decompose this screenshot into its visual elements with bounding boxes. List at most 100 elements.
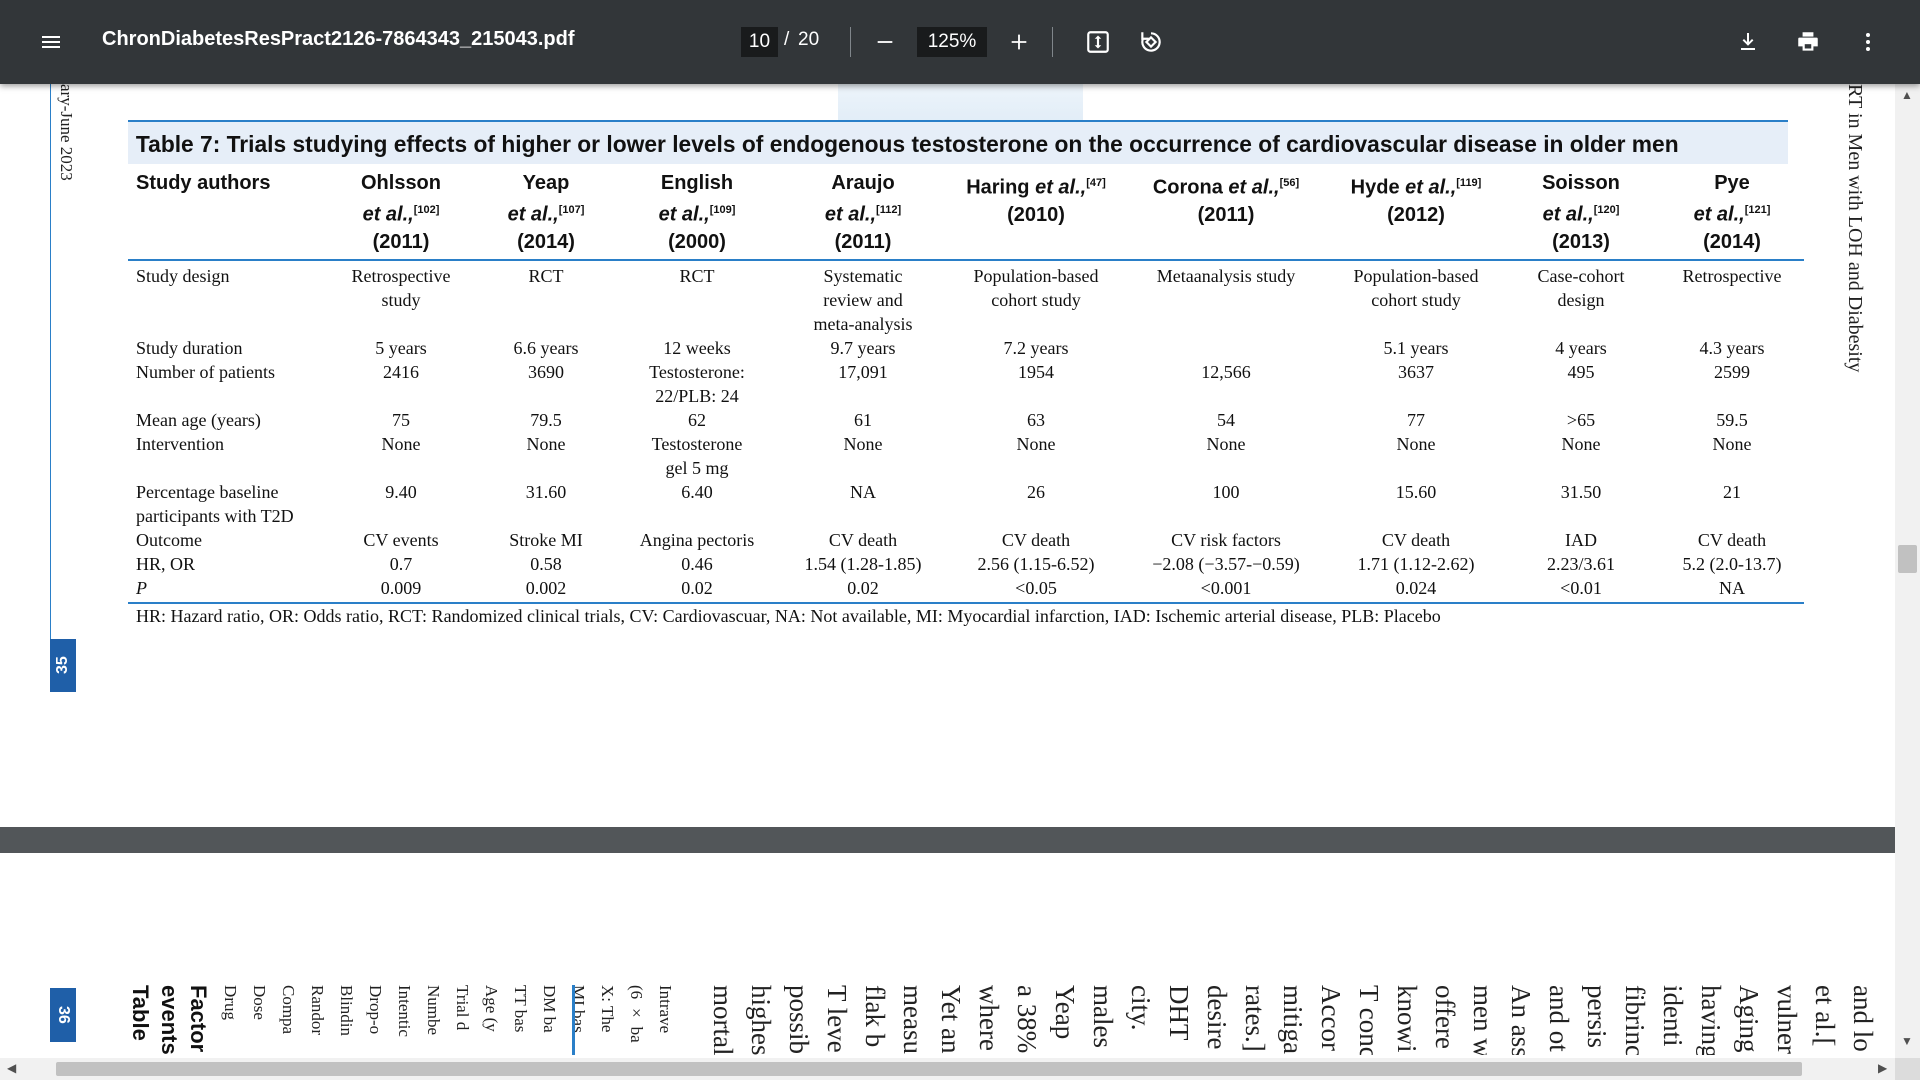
- cell-line: Case-cohort: [1537, 265, 1625, 286]
- table-cell: CV death: [1660, 528, 1804, 552]
- table-cell: 4 years: [1502, 336, 1660, 360]
- table-cell: 495: [1502, 360, 1660, 408]
- table-cell: None: [950, 432, 1122, 480]
- row-label: Outcome: [128, 528, 328, 552]
- rotated-paragraph-text: Yet an: [936, 985, 966, 1054]
- table-cell: 0.024: [1330, 576, 1502, 603]
- header-study-3: Araujo et al.,[112] (2011): [776, 164, 950, 260]
- table-cell: None: [1660, 432, 1804, 480]
- plus-icon: [1011, 34, 1027, 50]
- rotated-row-text: Dose: [250, 985, 269, 1020]
- table-cell: Population-based cohort study: [950, 260, 1122, 336]
- toolbar-divider: [850, 27, 851, 57]
- row-label-line: Number of patients: [136, 361, 275, 382]
- more-vert-icon: [1866, 33, 1870, 51]
- page-number-input[interactable]: 10: [741, 27, 778, 57]
- cell-line: 3690: [528, 361, 564, 382]
- pdf-page-35: ary-June 2023 35 RT in Men with LOH and …: [0, 84, 1895, 827]
- cell-line: Retrospective: [1682, 265, 1782, 286]
- cell-line: 0.02: [847, 577, 879, 598]
- cell-line: IAD: [1565, 529, 1597, 550]
- cell-line: NA: [1719, 577, 1745, 598]
- table-cell: 2.56 (1.15-6.52): [950, 552, 1122, 576]
- table-cell: 3690: [474, 360, 618, 408]
- cell-line: <0.01: [1560, 577, 1602, 598]
- table-cell: 5.1 years: [1330, 336, 1502, 360]
- study-etal: et al.,: [507, 203, 559, 226]
- study-name: Soisson: [1542, 172, 1620, 194]
- scroll-up-arrow-icon[interactable]: ▲: [1901, 88, 1913, 102]
- table-cell: Stroke MI: [474, 528, 618, 552]
- rotated-paragraph-text: city.: [1126, 985, 1156, 1031]
- rotated-paragraph-text: and lo: [1848, 985, 1878, 1052]
- study-ref: [107]: [558, 204, 585, 216]
- cell-line: CV events: [363, 529, 439, 550]
- row-label-line: Percentage baseline: [136, 481, 279, 502]
- cell-line: 61: [854, 409, 872, 430]
- study-etal: et al.,: [1228, 176, 1280, 199]
- cell-line: 31.60: [525, 481, 567, 502]
- rotated-paragraph-text: having: [1696, 985, 1726, 1055]
- rotate-button[interactable]: [1131, 22, 1171, 62]
- study-name: Pye: [1714, 172, 1750, 194]
- pdf-page-36: 36 Intrave (6 × ba X: The MI bas DM ba TT bas…: [0, 853, 1895, 1058]
- table-cell: 0.009: [328, 576, 474, 603]
- cell-line: CV death: [1697, 529, 1767, 550]
- study-name: Corona: [1152, 176, 1223, 199]
- cell-line: None: [1561, 433, 1601, 454]
- rotated-row-text: Randor: [308, 985, 327, 1036]
- print-button[interactable]: [1788, 22, 1828, 62]
- cell-line: 12,566: [1201, 361, 1251, 382]
- table-cell: 0.02: [776, 576, 950, 603]
- rotated-paragraph-text: persis: [1582, 985, 1612, 1048]
- running-journal-title: ary-June 2023: [57, 84, 76, 181]
- zoom-in-button[interactable]: [999, 22, 1039, 62]
- table-cell: 77: [1330, 408, 1502, 432]
- table-cell: >65: [1502, 408, 1660, 432]
- cell-line: RCT: [679, 265, 715, 286]
- rotated-paragraph-text: Aging: [1734, 985, 1764, 1053]
- rotated-paragraph-text: rates.]: [1240, 985, 1270, 1052]
- table-cell: CV risk factors: [1122, 528, 1330, 552]
- row-label: Number of patients: [128, 360, 328, 408]
- more-options-button[interactable]: [1848, 22, 1888, 62]
- rotated-paragraph-text: Yeap: [1050, 985, 1080, 1040]
- fit-page-icon: [1087, 31, 1109, 53]
- cell-line: <0.05: [1015, 577, 1057, 598]
- table-cell: 26: [950, 480, 1122, 528]
- cell-line: 21: [1723, 481, 1741, 502]
- table-cell: 7.2 years: [950, 336, 1122, 360]
- cell-line: >65: [1566, 409, 1596, 430]
- cell-line: 77: [1407, 409, 1425, 430]
- cell-line: 9.40: [385, 481, 417, 502]
- cell-line: 0.02: [681, 577, 713, 598]
- study-ref: [120]: [1593, 204, 1620, 216]
- scrollbar-corner: [1895, 1058, 1920, 1080]
- zoom-level-input[interactable]: 125%: [917, 27, 987, 57]
- header-study-authors: Study authors: [136, 172, 271, 194]
- rotated-paragraph-text: Accor: [1316, 985, 1346, 1051]
- scroll-left-arrow-icon[interactable]: ◀: [7, 1061, 16, 1075]
- table-row: Study design Retrospective study RCT RCT Syst…: [128, 260, 1804, 336]
- table-cell: 100: [1122, 480, 1330, 528]
- menu-button[interactable]: [31, 22, 71, 62]
- zoom-out-button[interactable]: [865, 22, 905, 62]
- table-cell: Retrospective study: [328, 260, 474, 336]
- vertical-scroll-thumb[interactable]: [1898, 545, 1917, 573]
- row-label: P: [128, 576, 328, 603]
- rotated-row-text: TT bas: [511, 985, 530, 1033]
- cell-line: 9.7 years: [830, 337, 896, 358]
- rotated-paragraph-text: et al.[: [1810, 985, 1840, 1047]
- study-etal: et al.,: [1405, 176, 1457, 199]
- header-study-1: Yeap et al.,[107] (2014): [474, 164, 618, 260]
- cell-line: CV risk factors: [1171, 529, 1281, 550]
- table-cell: 54: [1122, 408, 1330, 432]
- cell-line: 1954: [1018, 361, 1054, 382]
- fit-to-page-button[interactable]: [1078, 22, 1118, 62]
- scroll-down-arrow-icon[interactable]: ▼: [1901, 1034, 1913, 1048]
- cell-line: 4 years: [1555, 337, 1607, 358]
- scroll-right-arrow-icon[interactable]: ▶: [1878, 1061, 1887, 1075]
- horizontal-scroll-thumb[interactable]: [56, 1062, 1802, 1076]
- download-button[interactable]: [1728, 22, 1768, 62]
- cell-line: meta-analysis: [813, 313, 913, 334]
